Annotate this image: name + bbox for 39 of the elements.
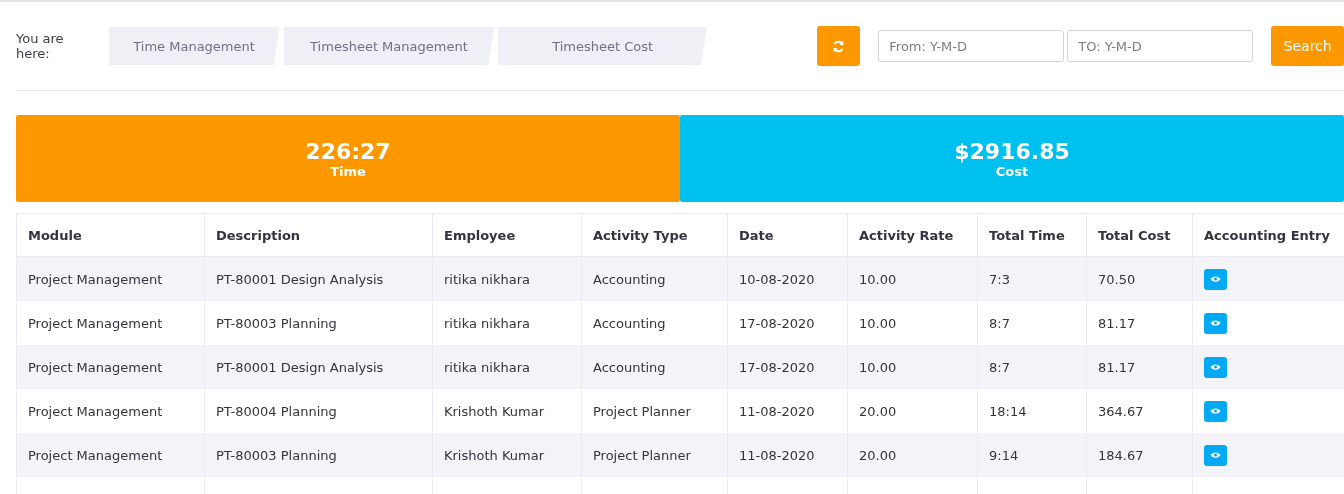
refresh-icon — [832, 39, 846, 53]
breadcrumb-item[interactable]: Timesheet Cost — [498, 27, 708, 65]
stat-value: $2916.85 — [954, 138, 1070, 164]
refresh-button[interactable] — [817, 26, 861, 66]
view-button[interactable] — [1204, 312, 1227, 334]
table-cell: Project Planner — [581, 433, 728, 477]
table-cell: 20.00 — [847, 433, 978, 477]
column-header: Date — [727, 213, 848, 257]
column-header: Accounting Entry — [1192, 213, 1344, 257]
stat-label: Time — [330, 163, 366, 179]
from-date-field[interactable]: From: Y-M-D — [878, 30, 1065, 62]
table-cell: 9:14 — [977, 433, 1087, 477]
table-cell: 184.67 — [1086, 433, 1193, 477]
table-cell: Krishoth Kumar — [432, 433, 582, 477]
stat-label: Cost — [995, 163, 1029, 179]
column-header: Activity Type — [581, 213, 728, 257]
view-button[interactable] — [1204, 444, 1227, 466]
column-header: Total Cost — [1086, 213, 1193, 257]
view-button[interactable] — [1204, 400, 1227, 422]
table-cell: PT-80003 Planning — [204, 433, 433, 477]
breadcrumb-item[interactable]: Time Management — [108, 27, 280, 65]
breadcrumb-item[interactable]: Timesheet Management — [283, 27, 495, 65]
stat-value: 226:27 — [305, 138, 391, 164]
view-button[interactable] — [1204, 268, 1227, 290]
table-cell: 11-08-2020 — [727, 433, 848, 477]
column-header: Module — [16, 213, 205, 257]
table-cell: Project Management — [16, 433, 205, 477]
to-date-field[interactable]: TO: Y-M-D — [1067, 30, 1254, 62]
breadcrumb-label: You are here: — [16, 31, 65, 61]
eye-icon — [1210, 451, 1221, 459]
column-header: Description — [204, 213, 433, 257]
column-header: Total Time — [977, 213, 1087, 257]
eye-icon — [1210, 407, 1221, 415]
eye-icon — [1210, 363, 1221, 371]
view-button[interactable] — [1204, 356, 1227, 378]
eye-icon — [1210, 319, 1221, 327]
column-header: Activity Rate — [847, 213, 978, 257]
eye-icon — [1210, 275, 1221, 283]
column-header: Employee — [432, 213, 582, 257]
